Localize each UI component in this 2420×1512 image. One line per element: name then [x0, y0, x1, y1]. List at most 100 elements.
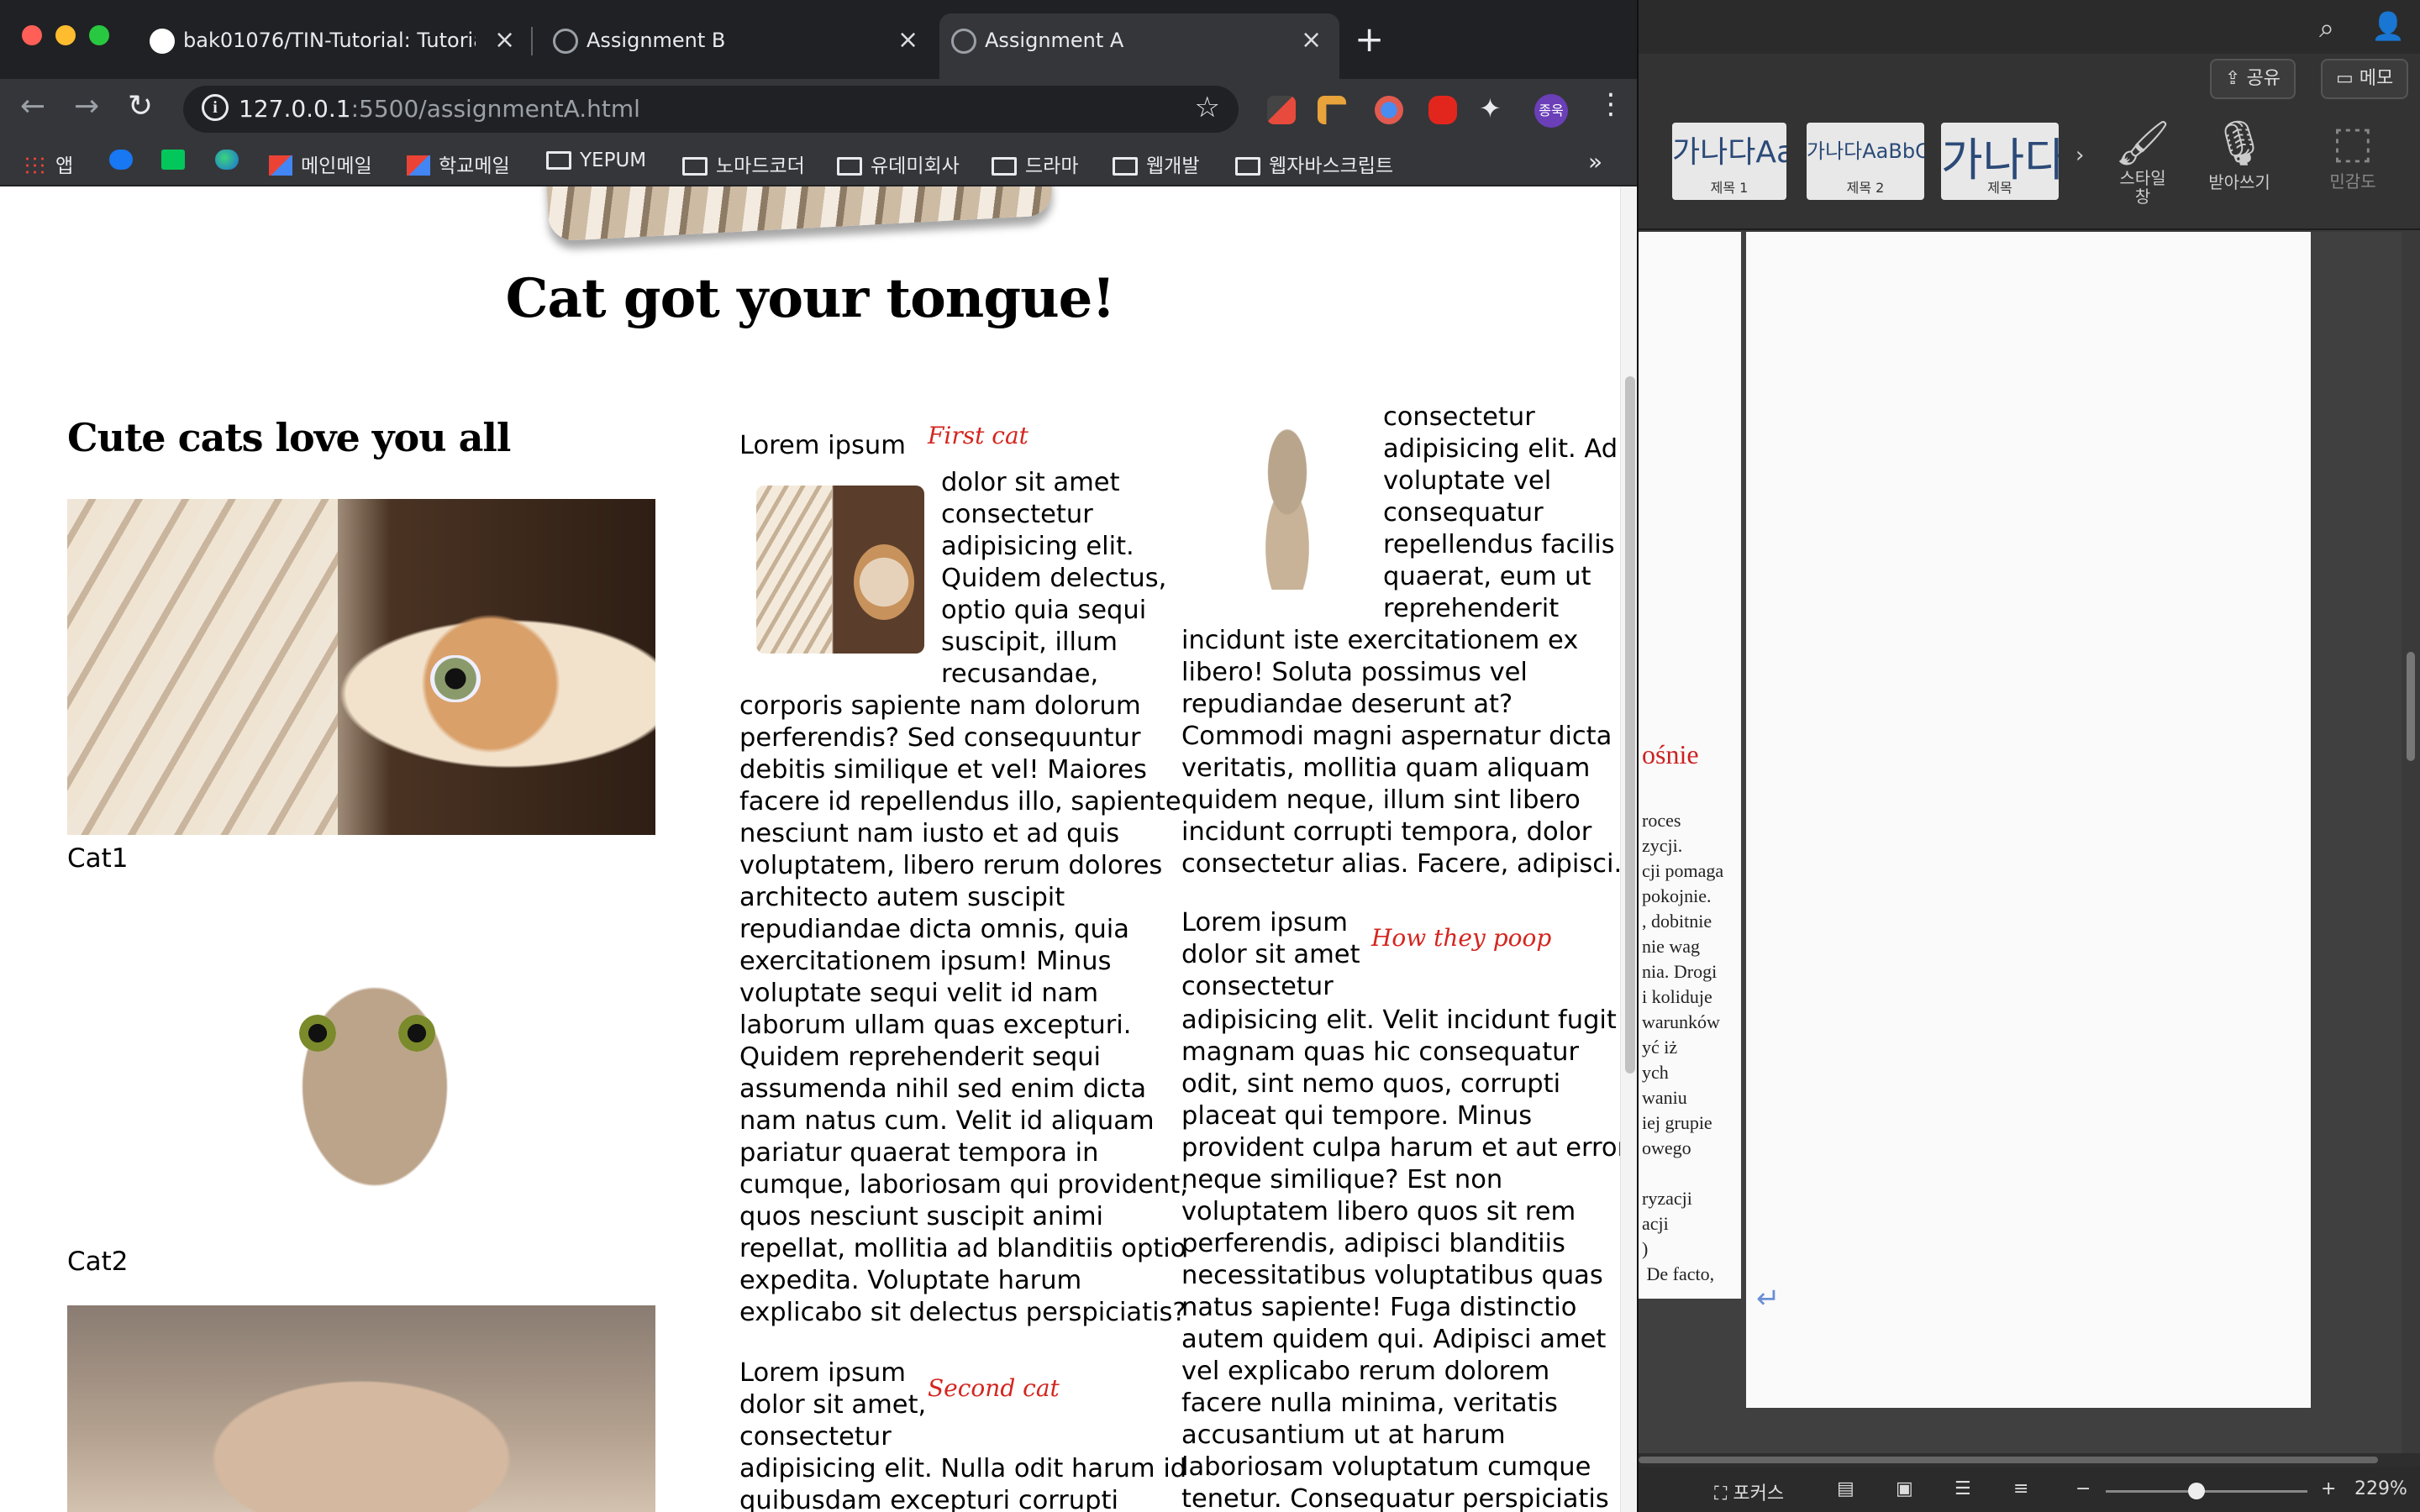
bookmarks-bar: 앱 메인메일 학교메일 YEPUM 노마드코더 유데미회사 드라마 웹개발 웹자… [0, 139, 1637, 186]
dictate-button[interactable]: 🎙 받아쓰기 [2193, 118, 2286, 193]
bookmark-school-mail[interactable]: 학교메일 [407, 150, 510, 178]
tab-github[interactable]: bak01076/TIN-Tutorial: Tutorial × [138, 13, 528, 79]
bookmark-folder-webjs[interactable]: 웹자바스크립트 [1235, 150, 1393, 178]
url-text[interactable]: 127.0.0.1:5500/assignmentA.html [239, 95, 640, 123]
browser-toolbar: ← → ↻ i 127.0.0.1:5500/assignmentA.html … [0, 79, 1637, 139]
maximize-window-button[interactable] [89, 25, 109, 45]
bookmark-edge[interactable] [215, 150, 247, 171]
memo-label: 메모 [2359, 68, 2394, 89]
sensitivity-button[interactable]: ⬚ 민감도 [2311, 118, 2395, 192]
close-tab-icon[interactable]: × [1301, 25, 1322, 55]
zoom-knob[interactable] [2188, 1483, 2205, 1499]
bookmark-folder-nomadcoder[interactable]: 노마드코더 [682, 150, 805, 178]
bookmark-label: 메인메일 [301, 155, 372, 177]
bookmark-folder-webdev[interactable]: 웹개발 [1113, 150, 1199, 178]
bookmark-facebook[interactable] [109, 150, 141, 171]
zoom-out-icon[interactable]: − [2075, 1478, 2091, 1499]
right-paragraph: incidunt iste exercitationem ex libero! … [1181, 626, 1620, 879]
middle-second-paragraph: adipisicing elit. Nulla odit harum id qu… [739, 1454, 1187, 1512]
style-caption: 제목 [1987, 180, 2012, 196]
bookmark-folder-drama[interactable]: 드라마 [992, 150, 1078, 178]
new-tab-button[interactable]: + [1355, 18, 1384, 60]
bookmark-naver[interactable] [161, 150, 193, 171]
draft-icon[interactable]: ≡ [2013, 1478, 2028, 1499]
extensions-puzzle-icon[interactable]: ✦ [1479, 92, 1502, 124]
bookmark-folder-yepum[interactable]: YEPUM [546, 150, 646, 171]
bookmark-label: 웹개발 [1146, 155, 1200, 177]
read-mode-icon[interactable]: ▣ [1896, 1478, 1913, 1499]
page-vertical-scrollbar[interactable] [1620, 186, 1637, 1512]
close-tab-icon[interactable]: × [494, 25, 515, 55]
word-window: ⌕ 👤 ⇪ 공유 ▭ 메모 가나다Aa 제목 1 가나다AaBbCc 제목 2 … [1639, 0, 2420, 1512]
bookmark-star-icon[interactable]: ☆ [1195, 91, 1220, 124]
search-icon[interactable]: ⌕ [2319, 12, 2334, 45]
folder-icon [1113, 157, 1138, 176]
middle-paragraph-wrap: dolor sit amet consectetur adipisicing e… [941, 468, 1167, 689]
right-paragraph-wrap: consectetur adipisicing elit. Ad volupta… [1383, 402, 1618, 623]
outline-icon[interactable]: ☰ [1954, 1478, 1971, 1499]
folder-icon [1235, 157, 1260, 176]
right-second-paragraph: adipisicing elit. Velit incidunt fugit m… [1181, 1005, 1620, 1512]
close-tab-icon[interactable]: × [897, 25, 918, 55]
browser-menu-icon[interactable]: ⋮ [1597, 87, 1625, 121]
tab-title: Assignment A [985, 29, 1124, 52]
account-icon[interactable]: 👤 [2371, 10, 2405, 42]
bookmark-label: 학교메일 [439, 155, 510, 177]
zoom-label: 229% [2354, 1478, 2407, 1499]
document-page-blank[interactable] [1746, 232, 2311, 1408]
focus-button[interactable]: ⛶ 포커스 [1714, 1478, 1784, 1505]
address-bar[interactable]: i 127.0.0.1:5500/assignmentA.html ☆ [183, 86, 1239, 133]
bookmark-apps[interactable]: 앱 [24, 150, 73, 178]
print-layout-icon[interactable]: ▤ [1837, 1478, 1854, 1499]
right-second-lead: Lorem ipsum dolor sit amet consectetur [1181, 908, 1360, 1001]
bookmarks-overflow-button[interactable]: » [1588, 148, 1602, 176]
scrollbar-thumb[interactable] [1625, 376, 1635, 1074]
scrollbar-thumb[interactable] [2407, 652, 2415, 761]
gmail-icon [269, 155, 292, 176]
zoom-slider[interactable] [2106, 1483, 2307, 1499]
glasses-extension-icon[interactable] [1375, 96, 1403, 124]
hero-image [543, 186, 1054, 242]
ruler-extension-icon[interactable] [1318, 96, 1346, 124]
middle-paragraph: corporis sapiente nam dolorum perferendi… [739, 691, 1188, 1327]
cat2-caption: Cat2 [67, 1247, 129, 1277]
url-host: 127.0.0.1 [239, 95, 351, 123]
profile-avatar[interactable]: 종욱 [1534, 94, 1568, 128]
zoom-in-icon[interactable]: + [2321, 1478, 2336, 1499]
bookmark-label: 노마드코더 [716, 155, 805, 177]
page-title: Cat got your tongue! [505, 267, 1116, 330]
reload-icon[interactable]: ↻ [128, 89, 153, 123]
bookmark-folder-udemy[interactable]: 유데미회사 [837, 150, 960, 178]
forward-icon[interactable]: → [74, 89, 99, 123]
bookmark-label: 유데미회사 [871, 155, 960, 177]
adblock-extension-icon[interactable] [1428, 96, 1457, 124]
red-heading-fragment: ośnie [1642, 739, 1699, 769]
tab-assignment-b[interactable]: Assignment B × [541, 13, 931, 79]
scrollbar-thumb[interactable] [1639, 1457, 2378, 1463]
facebook-icon [109, 150, 133, 170]
cat-eye [299, 1015, 336, 1052]
style-title[interactable]: 가나다 제목 [1941, 123, 2059, 200]
focus-label: 포커스 [1733, 1483, 1785, 1504]
first-cat-caption: First cat [928, 422, 1028, 449]
close-window-button[interactable] [22, 25, 42, 45]
style-heading1[interactable]: 가나다Aa 제목 1 [1672, 123, 1786, 200]
folder-icon [546, 151, 571, 170]
brush-icon: 🖌 [2114, 118, 2170, 169]
bookmark-main-mail[interactable]: 메인메일 [269, 150, 372, 178]
style-heading2[interactable]: 가나다AaBbCc 제목 2 [1807, 123, 1924, 200]
share-button[interactable]: ⇪ 공유 [2210, 59, 2296, 99]
minimize-window-button[interactable] [55, 25, 76, 45]
word-vertical-scrollbar[interactable] [2402, 232, 2420, 1453]
back-icon[interactable]: ← [20, 89, 45, 123]
left-column-heading: Cute cats love you all [67, 415, 511, 460]
site-info-icon[interactable]: i [202, 94, 229, 121]
style-pane-button[interactable]: 🖌 스타일 창 [2101, 118, 2185, 206]
tab-assignment-a[interactable]: Assignment A × [939, 13, 1339, 79]
eyedropper-extension-icon[interactable] [1267, 96, 1296, 124]
word-horizontal-scrollbar[interactable] [1639, 1453, 2420, 1467]
cat1-image [67, 499, 655, 835]
sensitivity-icon: ⬚ [2332, 118, 2374, 168]
chevron-right-icon[interactable]: › [2075, 143, 2084, 168]
memo-button[interactable]: ▭ 메모 [2321, 59, 2409, 99]
